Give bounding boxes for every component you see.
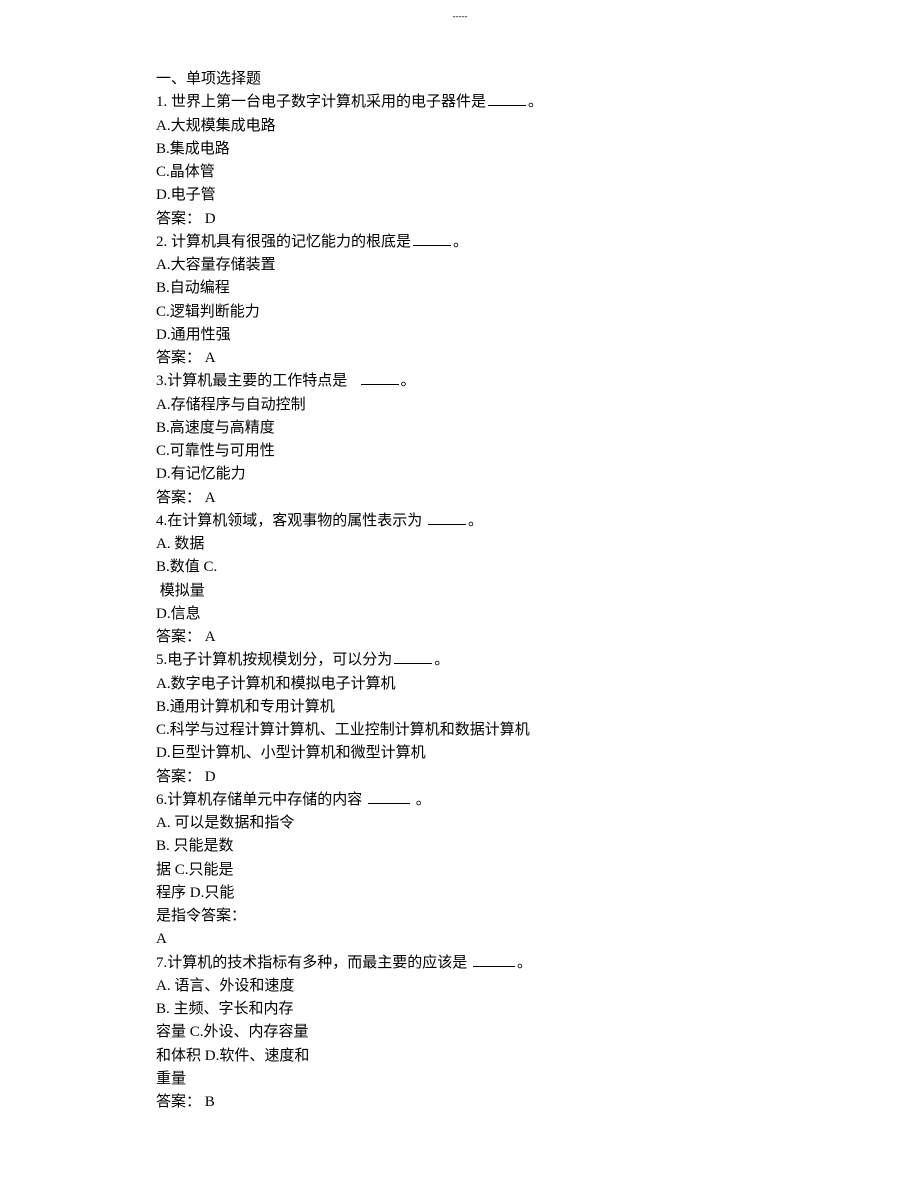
page-header-marker: ----- bbox=[453, 10, 468, 24]
answer: 答案： A bbox=[156, 487, 776, 510]
option: B.高速度与高精度 bbox=[156, 417, 776, 440]
option: C.可靠性与可用性 bbox=[156, 440, 776, 463]
option: 是指令答案： bbox=[156, 905, 776, 928]
question-stem: 7.计算机的技术指标有多种，而最主要的应该是 。 bbox=[156, 952, 776, 975]
option: A. 语言、外设和速度 bbox=[156, 975, 776, 998]
answer: 答案： A bbox=[156, 347, 776, 370]
option: A.大容量存储装置 bbox=[156, 254, 776, 277]
option: B.自动编程 bbox=[156, 277, 776, 300]
option: A.数字电子计算机和模拟电子计算机 bbox=[156, 673, 776, 696]
question-stem: 6.计算机存储单元中存储的内容 。 bbox=[156, 789, 776, 812]
option: A.存储程序与自动控制 bbox=[156, 394, 776, 417]
option: 据 C.只能是 bbox=[156, 859, 776, 882]
option: 重量 bbox=[156, 1068, 776, 1091]
option: A. 数据 bbox=[156, 533, 776, 556]
option: C.逻辑判断能力 bbox=[156, 301, 776, 324]
option: B.数值 C. bbox=[156, 556, 776, 579]
option: D.电子管 bbox=[156, 184, 776, 207]
question-stem: 4.在计算机领域，客观事物的属性表示为 。 bbox=[156, 510, 776, 533]
option: A.大规模集成电路 bbox=[156, 115, 776, 138]
question-stem: 1. 世界上第一台电子数字计算机采用的电子器件是。 bbox=[156, 91, 776, 114]
question-stem: 5.电子计算机按规模划分，可以分为。 bbox=[156, 649, 776, 672]
option: B. 主频、字长和内存 bbox=[156, 998, 776, 1021]
answer: 答案： D bbox=[156, 766, 776, 789]
answer: 答案： A bbox=[156, 626, 776, 649]
option: 容量 C.外设、内存容量 bbox=[156, 1021, 776, 1044]
option: 程序 D.只能 bbox=[156, 882, 776, 905]
option: C.科学与过程计算计算机、工业控制计算机和数据计算机 bbox=[156, 719, 776, 742]
answer: 答案： B bbox=[156, 1091, 776, 1114]
option: C.晶体管 bbox=[156, 161, 776, 184]
option: D.巨型计算机、小型计算机和微型计算机 bbox=[156, 742, 776, 765]
option: D.信息 bbox=[156, 603, 776, 626]
option: D.通用性强 bbox=[156, 324, 776, 347]
answer: 答案： D bbox=[156, 208, 776, 231]
section-title: 一、单项选择题 bbox=[156, 68, 776, 91]
question-stem: 3.计算机最主要的工作特点是 。 bbox=[156, 370, 776, 393]
document-content: 一、单项选择题 1. 世界上第一台电子数字计算机采用的电子器件是。 A.大规模集… bbox=[156, 68, 776, 1114]
option: 和体积 D.软件、速度和 bbox=[156, 1045, 776, 1068]
option: B.集成电路 bbox=[156, 138, 776, 161]
option: A bbox=[156, 928, 776, 951]
option: A. 可以是数据和指令 bbox=[156, 812, 776, 835]
option: D.有记忆能力 bbox=[156, 463, 776, 486]
option: B. 只能是数 bbox=[156, 835, 776, 858]
question-stem: 2. 计算机具有很强的记忆能力的根底是。 bbox=[156, 231, 776, 254]
option: B.通用计算机和专用计算机 bbox=[156, 696, 776, 719]
option: 模拟量 bbox=[156, 580, 776, 603]
